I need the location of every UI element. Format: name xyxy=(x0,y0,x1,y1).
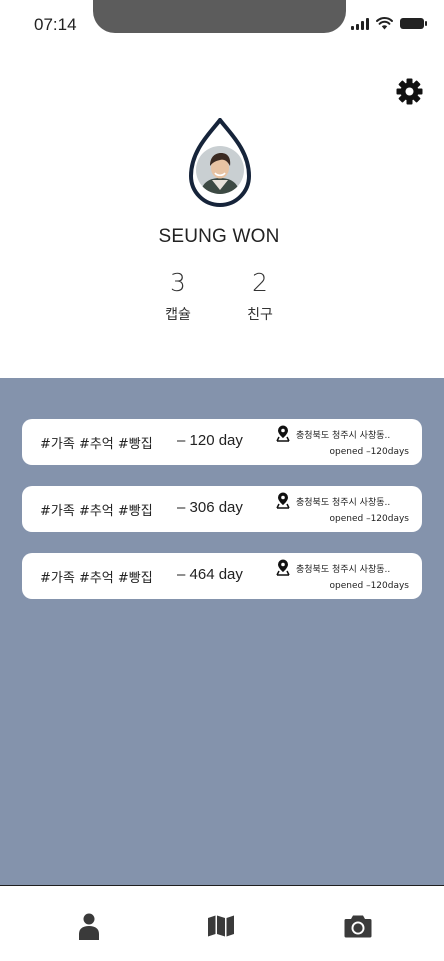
person-icon xyxy=(79,913,99,940)
battery-icon xyxy=(400,18,427,29)
stat-friends[interactable]: 2 친구 xyxy=(230,268,290,324)
nav-map-button[interactable] xyxy=(207,912,235,940)
stat-capsules[interactable]: 3 캡슐 xyxy=(148,268,208,324)
stat-friends-label: 친구 xyxy=(247,307,273,323)
status-bar: 07:14 xyxy=(0,0,444,52)
capsule-days: – 120 day xyxy=(177,432,243,449)
capsule-days: – 464 day xyxy=(177,566,243,583)
capsule-card[interactable]: #가족 #추억 #빵집 – 464 day 충청북도 청주시 사창동.. ope… xyxy=(22,553,422,599)
avatar[interactable] xyxy=(187,118,253,210)
settings-button[interactable] xyxy=(396,78,423,105)
nav-profile-button[interactable] xyxy=(75,912,103,940)
notch xyxy=(93,0,346,33)
stat-capsules-count: 3 xyxy=(170,268,186,297)
capsule-opened: opened –120days xyxy=(329,514,410,524)
nav-camera-button[interactable] xyxy=(344,912,372,940)
capsule-tags: #가족 #추억 #빵집 xyxy=(40,437,153,452)
map-icon xyxy=(208,915,234,937)
capsule-days: – 306 day xyxy=(177,499,243,516)
profile-name: SEUNG WON xyxy=(158,226,280,247)
capsule-feed: #가족 #추억 #빵집 – 120 day 충청북도 청주시 사창동.. ope… xyxy=(0,378,444,886)
capsule-opened: opened –120days xyxy=(329,581,410,591)
capsule-location: 충청북도 청주시 사창동.. xyxy=(296,498,391,508)
gear-icon xyxy=(396,78,423,105)
signal-icon xyxy=(351,17,369,30)
location-pin-icon xyxy=(276,425,290,442)
location-pin-icon xyxy=(276,559,290,576)
wifi-icon xyxy=(376,17,393,30)
status-icons xyxy=(351,17,427,30)
location-pin-icon xyxy=(276,492,290,509)
bottom-nav xyxy=(0,885,444,961)
camera-icon xyxy=(344,915,372,937)
capsule-location: 충청북도 청주시 사창동.. xyxy=(296,565,391,575)
capsule-card[interactable]: #가족 #추억 #빵집 – 120 day 충청북도 청주시 사창동.. ope… xyxy=(22,419,422,465)
stat-friends-count: 2 xyxy=(252,268,268,297)
capsule-tags: #가족 #추억 #빵집 xyxy=(40,571,153,586)
avatar-photo xyxy=(196,146,244,194)
capsule-tags: #가족 #추억 #빵집 xyxy=(40,504,153,519)
capsule-location: 충청북도 청주시 사창동.. xyxy=(296,431,391,441)
capsule-opened: opened –120days xyxy=(329,447,410,457)
status-time: 07:14 xyxy=(34,15,77,34)
capsule-card[interactable]: #가족 #추억 #빵집 – 306 day 충청북도 청주시 사창동.. ope… xyxy=(22,486,422,532)
stat-capsules-label: 캡슐 xyxy=(165,307,191,323)
